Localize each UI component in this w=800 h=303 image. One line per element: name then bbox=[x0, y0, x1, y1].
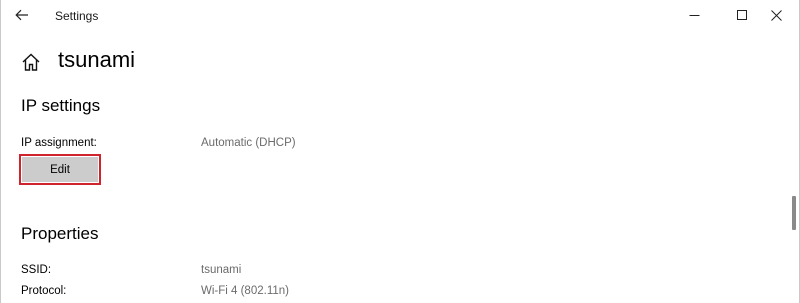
maximize-icon bbox=[737, 10, 747, 20]
vertical-scrollbar[interactable] bbox=[792, 196, 796, 230]
home-button[interactable] bbox=[21, 52, 41, 72]
close-button[interactable] bbox=[753, 0, 799, 30]
protocol-value: Wi-Fi 4 (802.11n) bbox=[201, 285, 289, 297]
ip-assignment-label: IP assignment: bbox=[21, 137, 97, 149]
page-title: tsunami bbox=[58, 47, 136, 72]
protocol-label: Protocol: bbox=[21, 285, 67, 297]
properties-heading: Properties bbox=[21, 224, 99, 243]
app-title: Settings bbox=[55, 9, 99, 23]
back-button[interactable] bbox=[5, 0, 39, 30]
back-arrow-icon bbox=[15, 9, 28, 21]
settings-window: Settings tsunami IP settings IP assignme… bbox=[0, 0, 800, 303]
minimize-icon bbox=[689, 14, 699, 16]
minimize-button[interactable] bbox=[671, 0, 717, 30]
ssid-value: tsunami bbox=[201, 264, 242, 276]
title-bar: Settings bbox=[1, 0, 799, 32]
close-icon bbox=[770, 9, 782, 21]
ip-settings-heading: IP settings bbox=[21, 96, 101, 115]
home-icon bbox=[22, 53, 40, 71]
edit-button-label: Edit bbox=[22, 157, 98, 182]
ssid-label: SSID: bbox=[21, 264, 52, 276]
ip-assignment-value: Automatic (DHCP) bbox=[201, 137, 296, 149]
edit-button[interactable]: Edit bbox=[19, 154, 101, 185]
